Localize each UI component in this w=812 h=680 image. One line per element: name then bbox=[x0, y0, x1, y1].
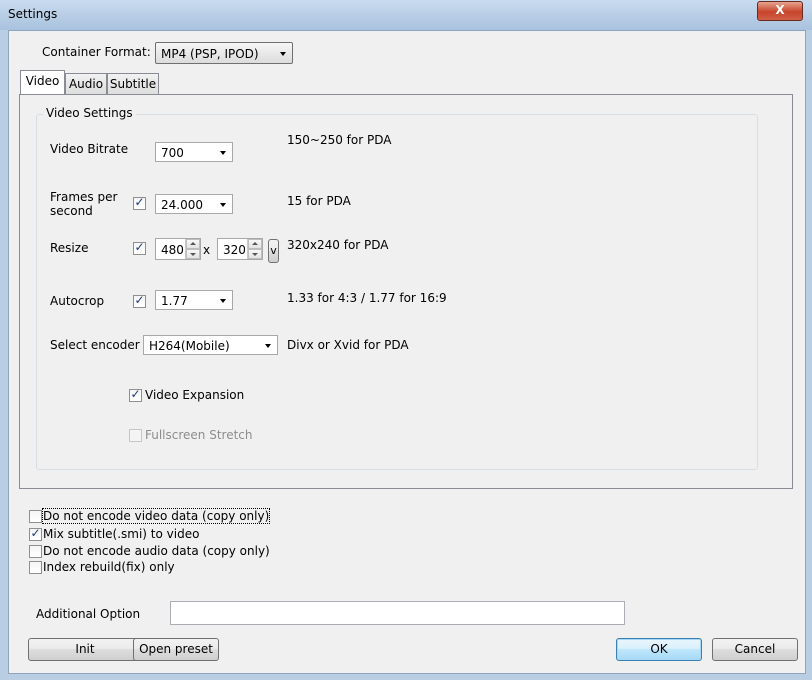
index-rebuild-checkbox[interactable] bbox=[29, 561, 42, 574]
no-encode-video-label[interactable]: Do not encode video data (copy only) bbox=[41, 508, 271, 524]
encoder-label: Select encoder bbox=[50, 338, 140, 352]
container-format-value: MP4 (PSP, IPOD) bbox=[161, 47, 259, 61]
mix-subtitle-checkbox[interactable]: ✓ bbox=[29, 526, 42, 541]
fps-checkbox[interactable]: ✓ bbox=[133, 195, 146, 210]
tab-subtitle[interactable]: Subtitle bbox=[107, 73, 159, 94]
resize-height-spinner[interactable]: 320 bbox=[217, 238, 263, 260]
no-encode-audio-checkbox[interactable] bbox=[29, 545, 42, 558]
tab-video[interactable]: Video bbox=[20, 70, 65, 94]
fps-select[interactable]: 24.000 bbox=[155, 194, 233, 214]
container-format-select[interactable]: MP4 (PSP, IPOD) bbox=[155, 42, 293, 64]
video-tab-panel: Video Settings Video Bitrate 700 150~250… bbox=[19, 94, 793, 489]
index-rebuild-label[interactable]: Index rebuild(fix) only bbox=[43, 560, 175, 574]
resize-preset-button[interactable]: v bbox=[268, 239, 279, 263]
check-mark-icon: ✓ bbox=[134, 240, 145, 254]
window-title: Settings bbox=[8, 7, 58, 21]
autocrop-value: 1.77 bbox=[161, 294, 188, 308]
cancel-button[interactable]: Cancel bbox=[712, 638, 798, 661]
resize-label: Resize bbox=[50, 241, 89, 255]
mix-subtitle-label[interactable]: Mix subtitle(.smi) to video bbox=[43, 527, 199, 541]
video-bitrate-select[interactable]: 700 bbox=[155, 142, 233, 162]
chevron-down-icon bbox=[220, 151, 226, 155]
dialog-body: Container Format: MP4 (PSP, IPOD) Video … bbox=[8, 30, 806, 674]
chevron-down-icon bbox=[265, 344, 271, 348]
autocrop-select[interactable]: 1.77 bbox=[155, 290, 233, 310]
video-bitrate-label: Video Bitrate bbox=[50, 142, 129, 156]
title-bar[interactable]: Settings X bbox=[0, 0, 812, 30]
close-button[interactable]: X bbox=[757, 1, 803, 21]
no-encode-audio-label[interactable]: Do not encode audio data (copy only) bbox=[43, 544, 270, 558]
init-button[interactable]: Init bbox=[28, 638, 142, 661]
chevron-down-icon bbox=[280, 52, 286, 56]
resize-height-value: 320 bbox=[223, 243, 246, 257]
spin-down-icon[interactable] bbox=[186, 249, 200, 259]
resize-checkbox[interactable]: ✓ bbox=[133, 240, 146, 255]
fps-value: 24.000 bbox=[161, 198, 203, 212]
tab-audio[interactable]: Audio bbox=[65, 73, 107, 94]
container-format-label: Container Format: bbox=[42, 45, 151, 59]
fps-label-line1: Frames per bbox=[50, 190, 118, 204]
resize-separator: x bbox=[203, 243, 211, 257]
autocrop-label: Autocrop bbox=[50, 294, 105, 308]
encoder-hint: Divx or Xvid for PDA bbox=[287, 338, 409, 352]
fullscreen-stretch-checkbox[interactable] bbox=[129, 429, 142, 442]
video-bitrate-value: 700 bbox=[161, 146, 184, 160]
resize-hint: 320x240 for PDA bbox=[287, 238, 389, 252]
resize-width-value: 480 bbox=[161, 243, 184, 257]
video-bitrate-hint: 150~250 for PDA bbox=[287, 133, 392, 147]
encoder-select[interactable]: H264(Mobile) bbox=[143, 335, 278, 355]
ok-button[interactable]: OK bbox=[616, 638, 702, 661]
fps-label-line2: second bbox=[50, 204, 93, 218]
open-preset-button[interactable]: Open preset bbox=[133, 638, 219, 661]
spin-down-icon[interactable] bbox=[248, 249, 262, 259]
resize-width-spinner[interactable]: 480 bbox=[155, 238, 201, 260]
autocrop-hint: 1.33 for 4:3 / 1.77 for 16:9 bbox=[287, 291, 447, 305]
spinner-buttons bbox=[185, 239, 200, 259]
additional-option-label: Additional Option bbox=[36, 607, 141, 621]
video-settings-title: Video Settings bbox=[43, 106, 136, 120]
spin-up-icon[interactable] bbox=[248, 239, 262, 249]
autocrop-checkbox[interactable]: ✓ bbox=[133, 293, 146, 308]
fullscreen-stretch-label[interactable]: Fullscreen Stretch bbox=[145, 428, 253, 442]
check-mark-icon: ✓ bbox=[134, 293, 145, 307]
settings-window: Settings X Container Format: MP4 (PSP, I… bbox=[0, 0, 812, 680]
spin-up-icon[interactable] bbox=[186, 239, 200, 249]
check-mark-icon: ✓ bbox=[30, 526, 41, 540]
no-encode-video-checkbox[interactable] bbox=[29, 510, 42, 523]
check-mark-icon: ✓ bbox=[130, 387, 141, 401]
video-settings-group: Video Settings Video Bitrate 700 150~250… bbox=[36, 106, 758, 470]
encoder-value: H264(Mobile) bbox=[149, 339, 230, 353]
chevron-down-icon bbox=[220, 299, 226, 303]
check-mark-icon: ✓ bbox=[134, 195, 145, 209]
spinner-buttons bbox=[247, 239, 262, 259]
video-expansion-label[interactable]: Video Expansion bbox=[145, 388, 244, 402]
additional-option-input[interactable] bbox=[170, 601, 625, 625]
chevron-down-icon bbox=[220, 203, 226, 207]
video-expansion-checkbox[interactable]: ✓ bbox=[129, 387, 142, 402]
fps-hint: 15 for PDA bbox=[287, 194, 351, 208]
